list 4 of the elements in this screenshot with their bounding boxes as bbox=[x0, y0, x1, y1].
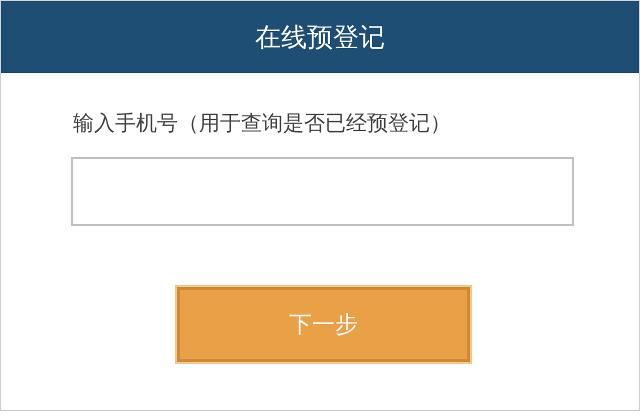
phone-input-field[interactable] bbox=[71, 157, 574, 226]
next-button[interactable]: 下一步 bbox=[177, 287, 470, 362]
page-title: 在线预登记 bbox=[255, 22, 385, 54]
field-label: 输入手机号（用于查询是否已经预登记） bbox=[73, 110, 452, 137]
